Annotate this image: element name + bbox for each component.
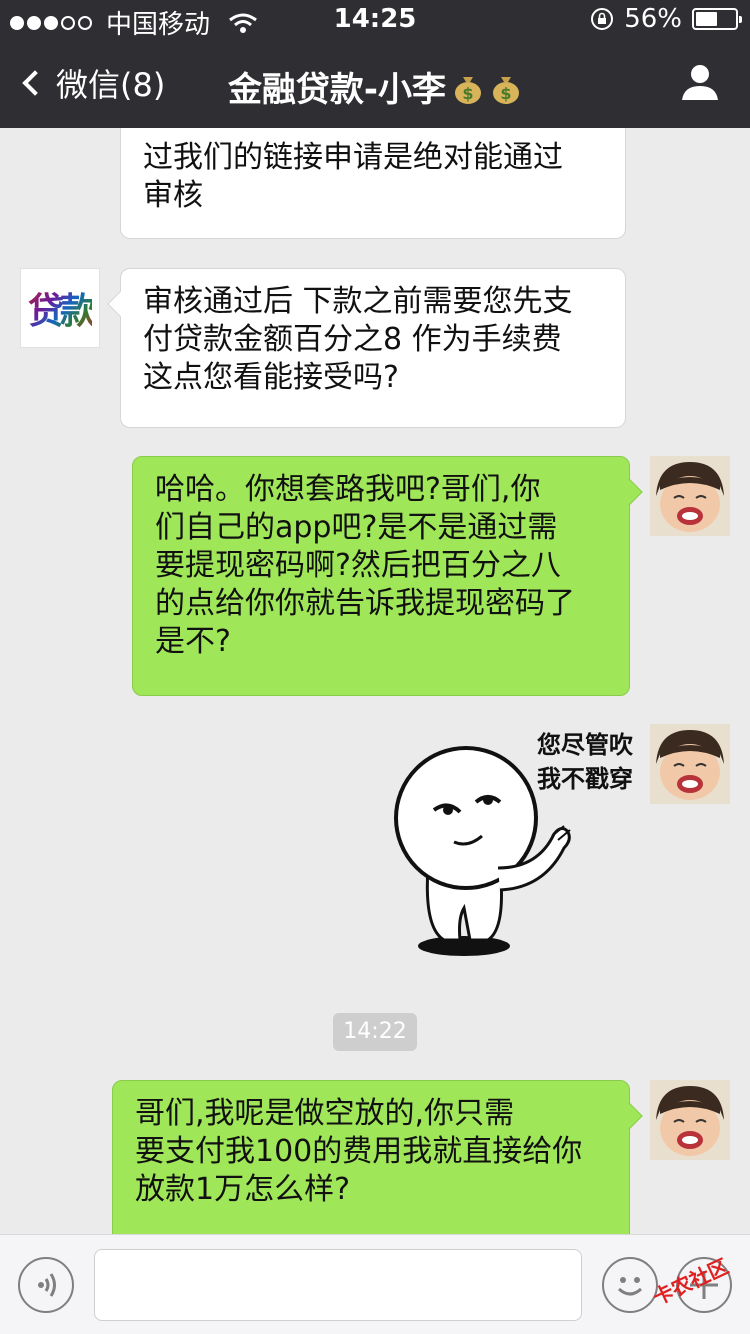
chat-title: 金融贷款-小李 $ $: [0, 62, 750, 111]
message-text: 哥们,我呢是做空放的,你只需 要支付我100的费用我就直接给你 放款1万怎么样?: [135, 1096, 583, 1207]
user-avatar[interactable]: [650, 724, 730, 804]
chat-area[interactable]: 过我们的链接申请是绝对能通过 审核 贷款 审核通过后 下款之前需要您先支 付贷款…: [0, 128, 750, 1234]
message-bubble-sent[interactable]: 哈哈。你想套路我吧?哥们,你 们自己的app吧?是不是通过需 要提现密码啊?然后…: [132, 456, 643, 696]
message-input[interactable]: [94, 1249, 582, 1321]
contact-avatar[interactable]: 贷款: [20, 268, 100, 348]
status-bar: 中国移动 14:25 56%: [0, 0, 750, 40]
baby-face-icon: [650, 456, 730, 536]
voice-icon: [38, 1273, 56, 1297]
money-bag-icon: $: [455, 77, 482, 104]
message-bubble-sent[interactable]: 哥们,我呢是做空放的,你只需 要支付我100的费用我就直接给你 放款1万怎么样?: [112, 1080, 643, 1234]
battery-icon: [692, 8, 742, 30]
input-bar: [0, 1234, 750, 1334]
baby-face-icon: [650, 1080, 730, 1160]
time-divider: 14:22: [333, 1013, 417, 1051]
sticker-caption: 您尽管吹 我不戳穿: [537, 731, 633, 793]
message-bubble-received[interactable]: 审核通过后 下款之前需要您先支 付贷款金额百分之8 作为手续费 这点您看能接受吗…: [107, 268, 626, 428]
sticker-message[interactable]: 您尽管吹 我不戳穿: [388, 718, 638, 960]
rotation-lock-icon: [591, 8, 614, 30]
voice-input-button[interactable]: [18, 1257, 74, 1313]
message-bubble-received[interactable]: 过我们的链接申请是绝对能通过 审核: [120, 128, 626, 239]
svg-text:$: $: [500, 84, 511, 103]
message-text: 哈哈。你想套路我吧?哥们,你 们自己的app吧?是不是通过需 要提现密码啊?然后…: [155, 472, 575, 659]
chat-title-text: 金融贷款-小李: [227, 70, 447, 110]
money-bag-icon: $: [493, 77, 520, 104]
message-text: 过我们的链接申请是绝对能通过 审核: [143, 140, 563, 213]
message-text: 审核通过后 下款之前需要您先支 付贷款金额百分之8 作为手续费 这点您看能接受吗…: [143, 284, 573, 395]
user-avatar[interactable]: [650, 1080, 730, 1160]
navigation-bar: 微信(8) 金融贷款-小李 $ $: [0, 40, 750, 128]
user-avatar[interactable]: [650, 456, 730, 536]
svg-text:$: $: [462, 84, 473, 103]
profile-icon[interactable]: [680, 62, 720, 102]
battery-percent: 56%: [624, 4, 682, 34]
baby-face-icon: [650, 724, 730, 804]
